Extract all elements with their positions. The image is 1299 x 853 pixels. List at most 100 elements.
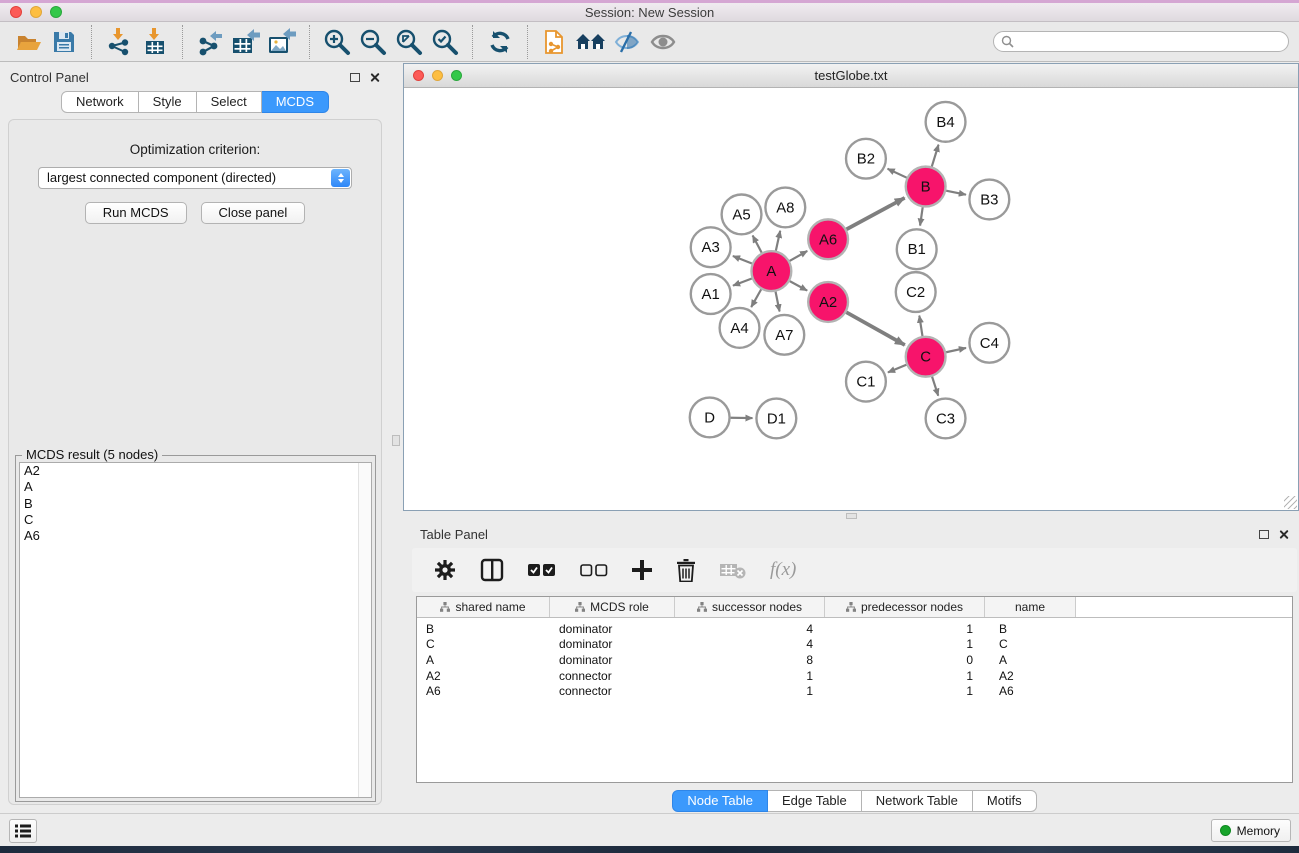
float-panel-icon[interactable] <box>1259 530 1269 539</box>
graph-edge-A-A8[interactable] <box>776 231 780 251</box>
close-window-button[interactable] <box>10 6 22 18</box>
horizontal-split-divider[interactable] <box>403 511 1299 520</box>
network-file-button[interactable] <box>537 25 573 59</box>
graph-node-A5[interactable]: A5 <box>722 194 762 234</box>
graph-node-D[interactable]: D <box>690 398 730 438</box>
float-panel-icon[interactable] <box>350 73 360 82</box>
graph-edge-A-A1[interactable] <box>733 279 752 286</box>
hide-graphics-button[interactable] <box>609 25 645 59</box>
result-item[interactable]: C <box>20 512 371 528</box>
create-column-button[interactable] <box>632 560 652 580</box>
tab-motifs[interactable]: Motifs <box>973 790 1037 812</box>
graph-edge-A6-B[interactable] <box>846 198 904 229</box>
graph-edge-C-C3[interactable] <box>932 377 938 396</box>
graph-node-A6[interactable]: A6 <box>808 219 848 259</box>
graph-node-B2[interactable]: B2 <box>846 139 886 179</box>
graph-node-B[interactable]: B <box>906 167 946 207</box>
tab-style[interactable]: Style <box>139 91 197 113</box>
graph-node-B3[interactable]: B3 <box>969 180 1009 220</box>
close-panel-icon[interactable] <box>369 72 380 83</box>
zoom-window-button[interactable] <box>50 6 62 18</box>
select-all-columns-button[interactable] <box>528 564 556 577</box>
graph-edge-A-A4[interactable] <box>751 289 761 307</box>
tab-network[interactable]: Network <box>61 91 139 113</box>
graph-node-C4[interactable]: C4 <box>969 323 1009 363</box>
graph-edge-A-A2[interactable] <box>790 281 807 290</box>
tab-node-table[interactable]: Node Table <box>672 790 768 812</box>
tab-select[interactable]: Select <box>197 91 262 113</box>
close-network-button[interactable] <box>413 70 424 81</box>
column-header-MCDS-role[interactable]: MCDS role <box>550 597 675 617</box>
vertical-split-divider[interactable] <box>390 63 403 813</box>
column-header-name[interactable]: name <box>985 597 1076 617</box>
graph-node-B1[interactable]: B1 <box>897 229 937 269</box>
table-settings-gear-button[interactable] <box>434 559 456 581</box>
split-handle[interactable] <box>392 435 400 446</box>
graph-edge-A-A5[interactable] <box>753 236 762 253</box>
result-item[interactable]: A2 <box>20 463 371 479</box>
task-history-button[interactable] <box>9 819 37 843</box>
close-panel-button[interactable]: Close panel <box>201 202 306 224</box>
zoom-network-button[interactable] <box>451 70 462 81</box>
table-row[interactable]: Adominator80A <box>417 652 1292 668</box>
import-table-button[interactable] <box>137 25 173 59</box>
search-input[interactable] <box>993 31 1289 52</box>
import-network-button[interactable] <box>101 25 137 59</box>
graph-edge-C-C2[interactable] <box>919 316 922 336</box>
graph-edge-A-A6[interactable] <box>790 251 808 261</box>
delete-column-button[interactable] <box>676 559 696 582</box>
tab-edge-table[interactable]: Edge Table <box>768 790 862 812</box>
network-graph-canvas[interactable]: AA1A2A3A4A5A6A7A8BB1B2B3B4CC1C2C3C4DD1 <box>404 88 1298 509</box>
show-columns-button[interactable] <box>480 558 504 582</box>
show-graphics-button[interactable] <box>645 25 681 59</box>
graph-node-A4[interactable]: A4 <box>720 308 760 348</box>
zoom-in-button[interactable] <box>319 25 355 59</box>
minimize-window-button[interactable] <box>30 6 42 18</box>
zoom-selected-button[interactable] <box>427 25 463 59</box>
column-header-predecessor-nodes[interactable]: predecessor nodes <box>825 597 985 617</box>
run-mcds-button[interactable]: Run MCDS <box>85 202 187 224</box>
graph-node-A1[interactable]: A1 <box>691 274 731 314</box>
graph-node-B4[interactable]: B4 <box>926 102 966 142</box>
graph-node-A[interactable]: A <box>751 251 791 291</box>
resize-grip-icon[interactable] <box>1284 496 1297 509</box>
refresh-button[interactable] <box>482 25 518 59</box>
result-item[interactable]: B <box>20 496 371 512</box>
graph-edge-B-B2[interactable] <box>888 169 907 178</box>
graph-edge-B-B4[interactable] <box>932 145 939 167</box>
export-table-button[interactable] <box>228 25 264 59</box>
table-row[interactable]: A2connector11A2 <box>417 668 1292 684</box>
save-session-button[interactable] <box>46 25 82 59</box>
graph-node-C1[interactable]: C1 <box>846 362 886 402</box>
tab-mcds[interactable]: MCDS <box>262 91 329 113</box>
table-row[interactable]: Cdominator41C <box>417 637 1292 653</box>
graph-edge-C-C4[interactable] <box>946 348 966 352</box>
result-list-scrollbar[interactable] <box>358 463 371 797</box>
unselect-all-columns-button[interactable] <box>580 564 608 577</box>
close-panel-icon[interactable] <box>1278 529 1289 540</box>
graph-node-A7[interactable]: A7 <box>764 315 804 355</box>
graph-node-D1[interactable]: D1 <box>756 399 796 439</box>
graph-edge-C-C1[interactable] <box>888 365 906 373</box>
graph-node-A2[interactable]: A2 <box>808 282 848 322</box>
memory-button[interactable]: Memory <box>1211 819 1291 842</box>
table-row[interactable]: Bdominator41B <box>417 621 1292 637</box>
delete-table-button[interactable] <box>720 561 746 579</box>
graph-node-C[interactable]: C <box>906 337 946 377</box>
result-item[interactable]: A <box>20 479 371 495</box>
graph-edge-A-A7[interactable] <box>776 292 780 312</box>
graph-node-C2[interactable]: C2 <box>896 272 936 312</box>
graph-edge-B-B1[interactable] <box>920 207 923 225</box>
criterion-dropdown[interactable]: largest connected component (directed) <box>38 167 352 189</box>
graph-node-A3[interactable]: A3 <box>691 227 731 267</box>
column-header-successor-nodes[interactable]: successor nodes <box>675 597 825 617</box>
result-item[interactable]: A6 <box>20 528 371 544</box>
tab-network-table[interactable]: Network Table <box>862 790 973 812</box>
graph-edge-A2-C[interactable] <box>846 312 904 345</box>
column-header-shared-name[interactable]: shared name <box>417 597 550 617</box>
zoom-out-button[interactable] <box>355 25 391 59</box>
open-session-button[interactable] <box>10 25 46 59</box>
function-builder-button[interactable]: f(x) <box>770 559 796 581</box>
graph-node-C3[interactable]: C3 <box>926 399 966 439</box>
graph-edge-A-A3[interactable] <box>733 256 752 263</box>
